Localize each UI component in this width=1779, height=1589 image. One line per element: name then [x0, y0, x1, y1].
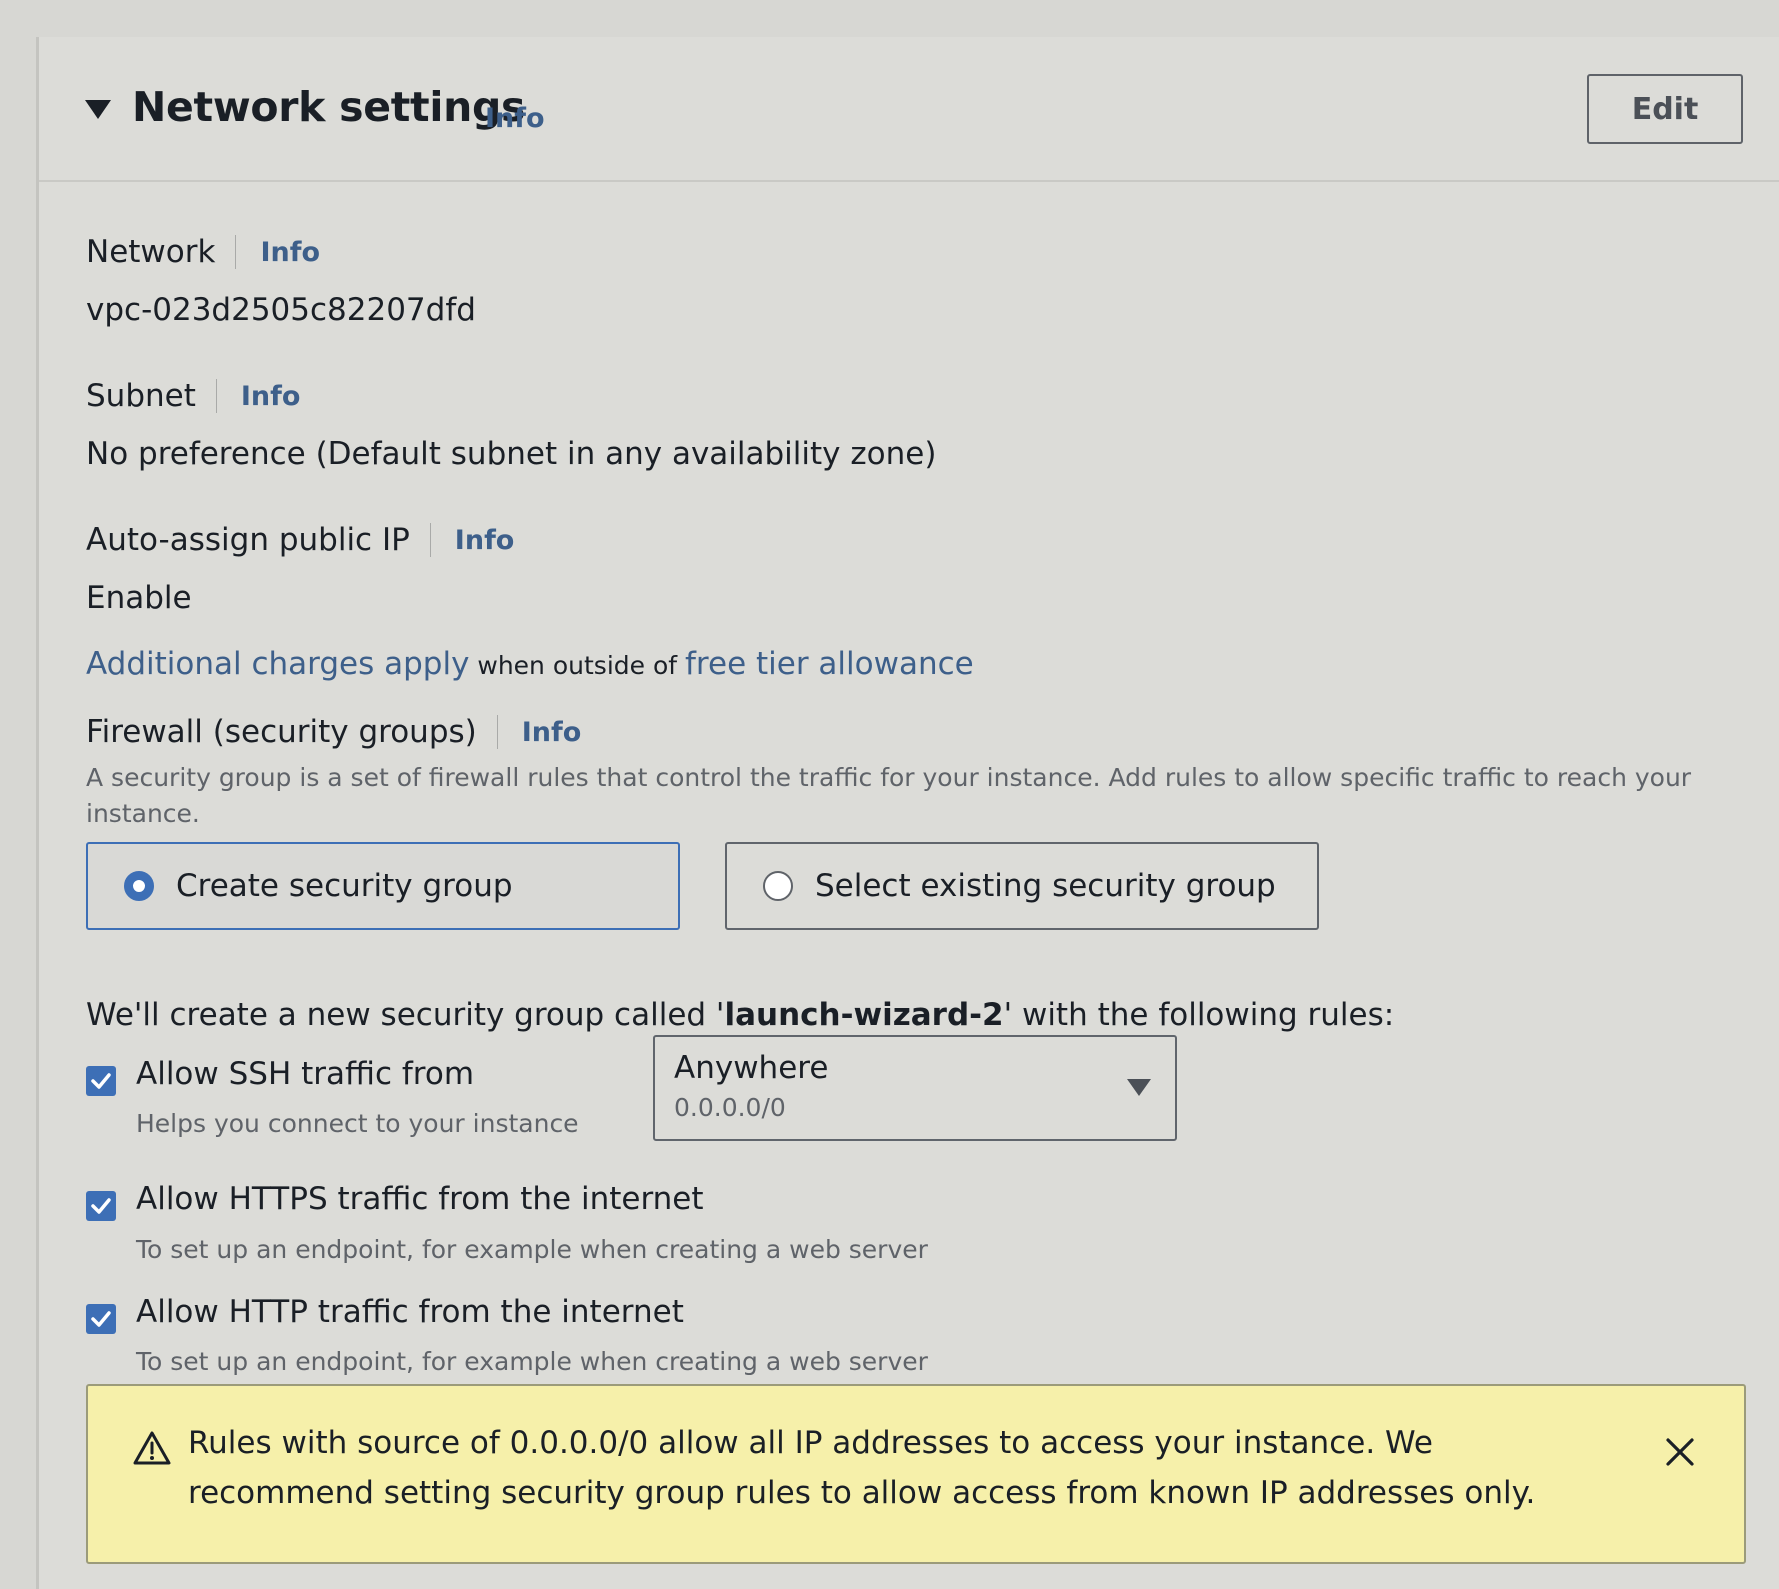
http-rule-label: Allow HTTP traffic from the internet	[136, 1294, 684, 1330]
https-rule-label: Allow HTTPS traffic from the internet	[136, 1181, 704, 1217]
warning-alert: Rules with source of 0.0.0.0/0 allow all…	[86, 1384, 1746, 1564]
network-settings-panel: Network settings Info Edit Network Info …	[36, 37, 1779, 1589]
checkmark-icon	[91, 1198, 111, 1214]
edit-button[interactable]: Edit	[1587, 74, 1743, 144]
security-group-create-note: We'll create a new security group called…	[86, 997, 1394, 1033]
warning-text: Rules with source of 0.0.0.0/0 allow all…	[188, 1425, 1536, 1511]
network-value: vpc-023d2505c82207dfd	[86, 292, 476, 328]
ssh-rule-description: Helps you connect to your instance	[136, 1109, 579, 1138]
http-rule-description: To set up an endpoint, for example when …	[136, 1347, 928, 1376]
caret-down-icon[interactable]	[85, 100, 111, 119]
public-ip-label-row: Auto-assign public IP Info	[86, 522, 514, 558]
chevron-down-icon	[1127, 1079, 1151, 1096]
network-label: Network	[86, 234, 216, 270]
ssh-checkbox[interactable]	[86, 1066, 116, 1096]
label-divider	[429, 523, 431, 557]
create-security-group-label: Create security group	[176, 868, 513, 904]
free-tier-link[interactable]: free tier allowance	[685, 646, 974, 682]
close-icon[interactable]	[1664, 1436, 1696, 1468]
ssh-source-select[interactable]: Anywhere 0.0.0.0/0	[653, 1035, 1177, 1141]
firewall-description: A security group is a set of firewall ru…	[86, 763, 1692, 828]
panel-title: Network settings	[132, 83, 526, 131]
subnet-label-row: Subnet Info	[86, 378, 300, 414]
label-divider	[215, 379, 217, 413]
select-existing-security-group-option[interactable]: Select existing security group	[725, 842, 1319, 930]
warning-triangle-icon	[133, 1431, 171, 1465]
create-security-group-option[interactable]: Create security group	[86, 842, 680, 930]
firewall-info-link[interactable]: Info	[522, 717, 582, 748]
firewall-label: Firewall (security groups)	[86, 714, 477, 750]
title-info-link[interactable]: Info	[485, 103, 545, 134]
label-divider	[496, 715, 498, 749]
panel-header: Network settings Info Edit	[39, 37, 1779, 182]
security-group-name: launch-wizard-2	[724, 997, 1004, 1033]
create-note-suffix: ' with the following rules:	[1003, 997, 1395, 1033]
https-rule-description: To set up an endpoint, for example when …	[136, 1235, 928, 1264]
label-divider	[235, 235, 237, 269]
checkmark-icon	[91, 1073, 111, 1089]
ssh-source-cidr: 0.0.0.0/0	[674, 1093, 786, 1122]
subnet-value: No preference (Default subnet in any ava…	[86, 436, 937, 472]
http-checkbox[interactable]	[86, 1304, 116, 1334]
network-label-row: Network Info	[86, 234, 320, 270]
radio-selected-icon[interactable]	[124, 871, 154, 901]
create-note-prefix: We'll create a new security group called…	[86, 997, 725, 1033]
ssh-rule-label: Allow SSH traffic from	[136, 1056, 475, 1092]
firewall-label-row: Firewall (security groups) Info	[86, 714, 581, 750]
subnet-info-link[interactable]: Info	[241, 381, 301, 412]
network-info-link[interactable]: Info	[260, 237, 320, 268]
additional-charges-link[interactable]: Additional charges apply	[86, 646, 469, 682]
checkmark-icon	[91, 1311, 111, 1327]
charges-note: Additional charges apply when outside of…	[86, 646, 974, 682]
ssh-source-value: Anywhere	[674, 1050, 829, 1086]
radio-unselected-icon[interactable]	[763, 871, 793, 901]
charges-middle-text: when outside of	[469, 651, 686, 680]
select-existing-security-group-label: Select existing security group	[815, 868, 1276, 904]
https-checkbox[interactable]	[86, 1191, 116, 1221]
public-ip-label: Auto-assign public IP	[86, 522, 410, 558]
subnet-label: Subnet	[86, 378, 196, 414]
public-ip-value: Enable	[86, 580, 192, 616]
public-ip-info-link[interactable]: Info	[455, 525, 515, 556]
